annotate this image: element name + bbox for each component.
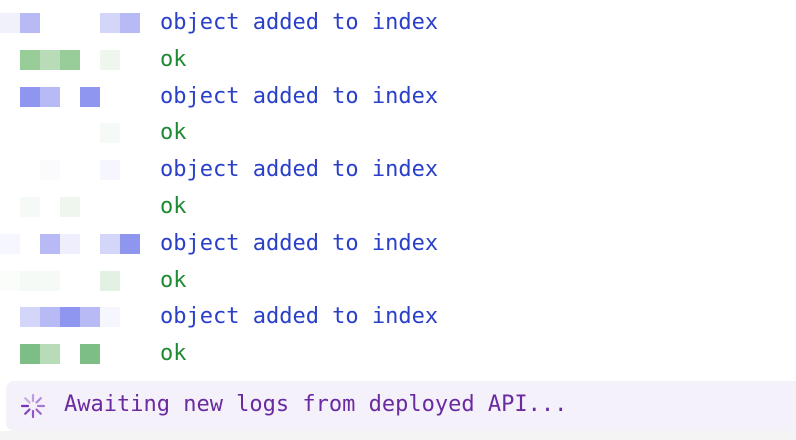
log-line-message: object added to index xyxy=(0,5,796,42)
pixel-block xyxy=(20,344,40,365)
log-line-ok: ok xyxy=(0,336,796,373)
message-text: object added to index xyxy=(160,10,439,35)
pixel-block xyxy=(80,307,100,328)
message-text: object added to index xyxy=(160,157,439,183)
pixel-block xyxy=(20,307,40,328)
pixel-block xyxy=(100,270,120,291)
pixel-block xyxy=(20,86,40,107)
pixel-block xyxy=(80,344,100,365)
log-line-ok: ok xyxy=(0,263,796,300)
pixel-block xyxy=(40,270,60,291)
pixel-block xyxy=(40,307,60,328)
pixel-block xyxy=(40,344,60,365)
pixel-block xyxy=(100,49,120,70)
pixelated-label xyxy=(0,160,140,181)
pixelated-label xyxy=(0,49,140,70)
pixel-block xyxy=(60,307,80,328)
spinner-icon xyxy=(20,393,46,419)
pixelated-label xyxy=(0,307,140,328)
pixel-block xyxy=(60,233,80,254)
pixel-block xyxy=(40,49,60,70)
pixel-block xyxy=(100,160,120,181)
log-line-message: object added to index xyxy=(0,152,796,189)
bottom-strip xyxy=(0,431,796,440)
pixelated-label xyxy=(0,233,140,254)
pixel-block xyxy=(80,86,100,107)
log-output: object added to index ok object added to i… xyxy=(0,5,796,373)
pixel-block xyxy=(20,13,40,33)
pixel-block xyxy=(20,49,40,70)
pixelated-label xyxy=(0,270,140,291)
status-bar: Awaiting new logs from deployed API... xyxy=(6,381,796,431)
pixel-block xyxy=(100,307,120,328)
message-text: object added to index xyxy=(160,230,439,256)
ok-text: ok xyxy=(160,120,187,146)
spinner-spoke xyxy=(24,397,31,404)
log-line-message: object added to index xyxy=(0,226,796,263)
ok-text: ok xyxy=(160,193,187,219)
ok-text: ok xyxy=(160,341,187,367)
pixelated-label xyxy=(0,13,140,33)
pixel-block xyxy=(60,196,80,217)
pixelated-label xyxy=(0,196,140,217)
pixel-block xyxy=(0,233,20,254)
spinner-spoke xyxy=(35,408,42,415)
pixel-block xyxy=(0,13,20,33)
spinner-spoke xyxy=(24,408,31,415)
pixel-block xyxy=(120,13,140,33)
pixel-block xyxy=(40,233,60,254)
pixelated-label xyxy=(0,123,140,144)
status-text: Awaiting new logs from deployed API... xyxy=(64,392,568,417)
pixel-block xyxy=(100,123,120,144)
pixel-block xyxy=(40,86,60,107)
pixel-block xyxy=(100,233,120,254)
pixel-block xyxy=(0,270,20,291)
message-text: object added to index xyxy=(160,83,439,109)
pixel-block xyxy=(20,270,40,291)
log-line-message: object added to index xyxy=(0,299,796,336)
log-line-message: object added to index xyxy=(0,79,796,116)
log-line-ok: ok xyxy=(0,42,796,79)
pixel-block xyxy=(120,233,140,254)
message-text: object added to index xyxy=(160,304,439,330)
pixel-block xyxy=(20,196,40,217)
ok-text: ok xyxy=(160,267,187,293)
pixelated-label xyxy=(0,86,140,107)
pixel-block xyxy=(40,160,60,181)
pixelated-label xyxy=(0,344,140,365)
log-line-ok: ok xyxy=(0,189,796,226)
log-line-ok: ok xyxy=(0,115,796,152)
spinner-spoke xyxy=(35,397,42,404)
pixel-block xyxy=(100,13,120,33)
ok-text: ok xyxy=(160,46,187,72)
pixel-block xyxy=(60,49,80,70)
